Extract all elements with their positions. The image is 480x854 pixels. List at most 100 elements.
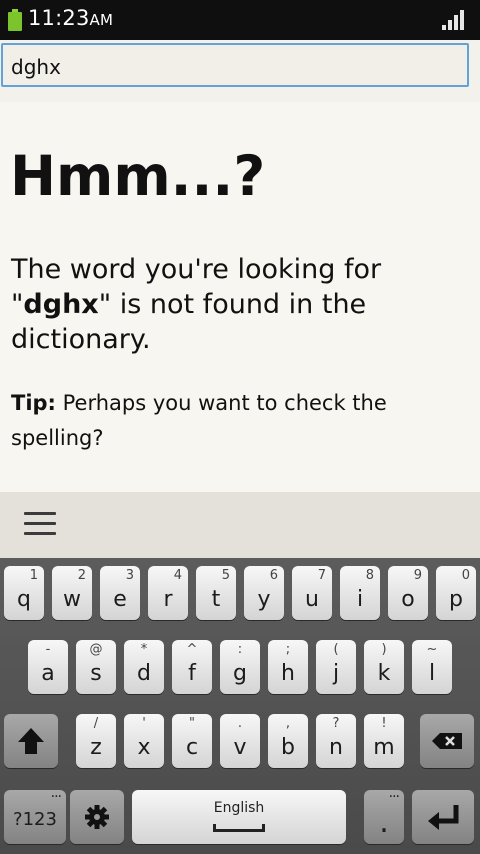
key-w[interactable]: 2w bbox=[52, 566, 92, 620]
key-g[interactable]: :g bbox=[220, 640, 260, 694]
enter-key[interactable] bbox=[412, 790, 474, 844]
shift-key[interactable] bbox=[4, 714, 58, 768]
signal-strength-icon bbox=[442, 10, 464, 30]
key-hint: 5 bbox=[221, 568, 230, 583]
key-hint: ; bbox=[285, 642, 291, 657]
message-query: dghx bbox=[23, 289, 99, 320]
key-q[interactable]: 1q bbox=[4, 566, 44, 620]
symbols-more-dots: ··· bbox=[50, 789, 62, 805]
keyboard-settings-key[interactable] bbox=[70, 790, 124, 844]
key-hint: ^ bbox=[186, 642, 198, 657]
period-key-label: . bbox=[379, 805, 389, 840]
soft-keyboard: ··· ?123 English ··· . 1q2w3e4r5t6y7u8 i… bbox=[0, 558, 480, 854]
status-bar: 11:23AM bbox=[0, 0, 480, 40]
key-label: y bbox=[257, 587, 271, 612]
key-label: o bbox=[401, 587, 415, 612]
key-hint: ( bbox=[333, 642, 339, 657]
key-c[interactable]: " c bbox=[172, 714, 212, 768]
key-v[interactable]: .v bbox=[220, 714, 260, 768]
key-x[interactable]: ' x bbox=[124, 714, 164, 768]
key-hint: ! bbox=[381, 716, 387, 731]
key-z[interactable]: / z bbox=[76, 714, 116, 768]
clock: 11:23AM bbox=[28, 6, 114, 30]
key-hint: - bbox=[45, 642, 51, 657]
key-y[interactable]: 6y bbox=[244, 566, 284, 620]
key-hint: 2 bbox=[77, 568, 86, 583]
key-label: s bbox=[90, 661, 102, 686]
key-label: b bbox=[281, 735, 295, 760]
key-label: t bbox=[211, 587, 221, 612]
key-p[interactable]: 0p bbox=[436, 566, 476, 620]
key-d[interactable]: * d bbox=[124, 640, 164, 694]
key-s[interactable]: @ s bbox=[76, 640, 116, 694]
space-key[interactable]: English bbox=[132, 790, 346, 844]
key-hint: / bbox=[93, 716, 99, 731]
key-hint: 1 bbox=[29, 568, 38, 583]
key-label: w bbox=[63, 587, 81, 612]
symbols-key[interactable]: ··· ?123 bbox=[4, 790, 66, 844]
key-label: m bbox=[373, 735, 395, 760]
battery-icon bbox=[8, 9, 22, 31]
key-label: f bbox=[188, 661, 196, 686]
tip-text: Tip: Perhaps you want to check the spell… bbox=[11, 386, 451, 456]
key-b[interactable]: ,b bbox=[268, 714, 308, 768]
space-bar-icon bbox=[213, 824, 265, 832]
key-label: k bbox=[377, 661, 391, 686]
key-j[interactable]: (j bbox=[316, 640, 356, 694]
key-label: n bbox=[329, 735, 343, 760]
key-label: j bbox=[332, 661, 340, 686]
menu-icon[interactable] bbox=[24, 512, 56, 538]
not-found-message: The word you're looking for "dghx" is no… bbox=[11, 254, 382, 355]
backspace-icon bbox=[432, 733, 462, 749]
key-o[interactable]: 9o bbox=[388, 566, 428, 620]
search-bar: dghx bbox=[0, 40, 480, 102]
key-hint: ' bbox=[142, 716, 146, 731]
shift-arrow-icon bbox=[18, 728, 44, 754]
key-r[interactable]: 4r bbox=[148, 566, 188, 620]
key-hint: " bbox=[189, 716, 195, 731]
key-hint: 7 bbox=[317, 568, 326, 583]
key-hint: ) bbox=[381, 642, 387, 657]
key-hint: 8 bbox=[365, 568, 374, 583]
key-e[interactable]: 3e bbox=[100, 566, 140, 620]
key-n[interactable]: ? n bbox=[316, 714, 356, 768]
key-label: d bbox=[137, 661, 151, 686]
key-m[interactable]: ! m bbox=[364, 714, 404, 768]
key-hint: 3 bbox=[125, 568, 134, 583]
backspace-key[interactable] bbox=[420, 714, 474, 768]
key-hint: 6 bbox=[269, 568, 278, 583]
key-a[interactable]: -a bbox=[28, 640, 68, 694]
key-hint: 4 bbox=[173, 568, 182, 583]
key-hint: 9 bbox=[413, 568, 422, 583]
space-key-label: English bbox=[213, 800, 265, 816]
key-hint: @ bbox=[89, 642, 103, 657]
key-label: q bbox=[17, 587, 31, 612]
gear-icon bbox=[85, 805, 109, 829]
key-f[interactable]: ^ f bbox=[172, 640, 212, 694]
key-hint: 0 bbox=[461, 568, 470, 583]
key-hint: * bbox=[140, 642, 148, 657]
key-label: i bbox=[356, 587, 364, 612]
key-label: z bbox=[90, 735, 102, 760]
key-label: u bbox=[305, 587, 319, 612]
key-label: a bbox=[41, 661, 55, 686]
message-prefix: The word you're looking for bbox=[11, 254, 382, 285]
key-h[interactable]: ; h bbox=[268, 640, 308, 694]
key-l[interactable]: ~ l bbox=[412, 640, 452, 694]
period-more-dots: ··· bbox=[388, 789, 400, 805]
search-input[interactable]: dghx bbox=[1, 43, 469, 87]
tip-label: Tip: bbox=[11, 391, 56, 415]
key-t[interactable]: 5t bbox=[196, 566, 236, 620]
key-label: h bbox=[281, 661, 295, 686]
key-label: r bbox=[163, 587, 173, 612]
key-k[interactable]: ) k bbox=[364, 640, 404, 694]
result-panel: Hmm...? The word you're looking for "dgh… bbox=[0, 104, 480, 492]
key-hint: , bbox=[285, 716, 291, 731]
enter-icon bbox=[428, 805, 459, 830]
key-i[interactable]: 8i bbox=[340, 566, 380, 620]
key-hint: . bbox=[237, 716, 243, 731]
period-key[interactable]: ··· . bbox=[364, 790, 404, 844]
key-u[interactable]: 7u bbox=[292, 566, 332, 620]
key-hint: : bbox=[237, 642, 243, 657]
tip-body: Perhaps you want to check the spelling? bbox=[11, 391, 387, 450]
